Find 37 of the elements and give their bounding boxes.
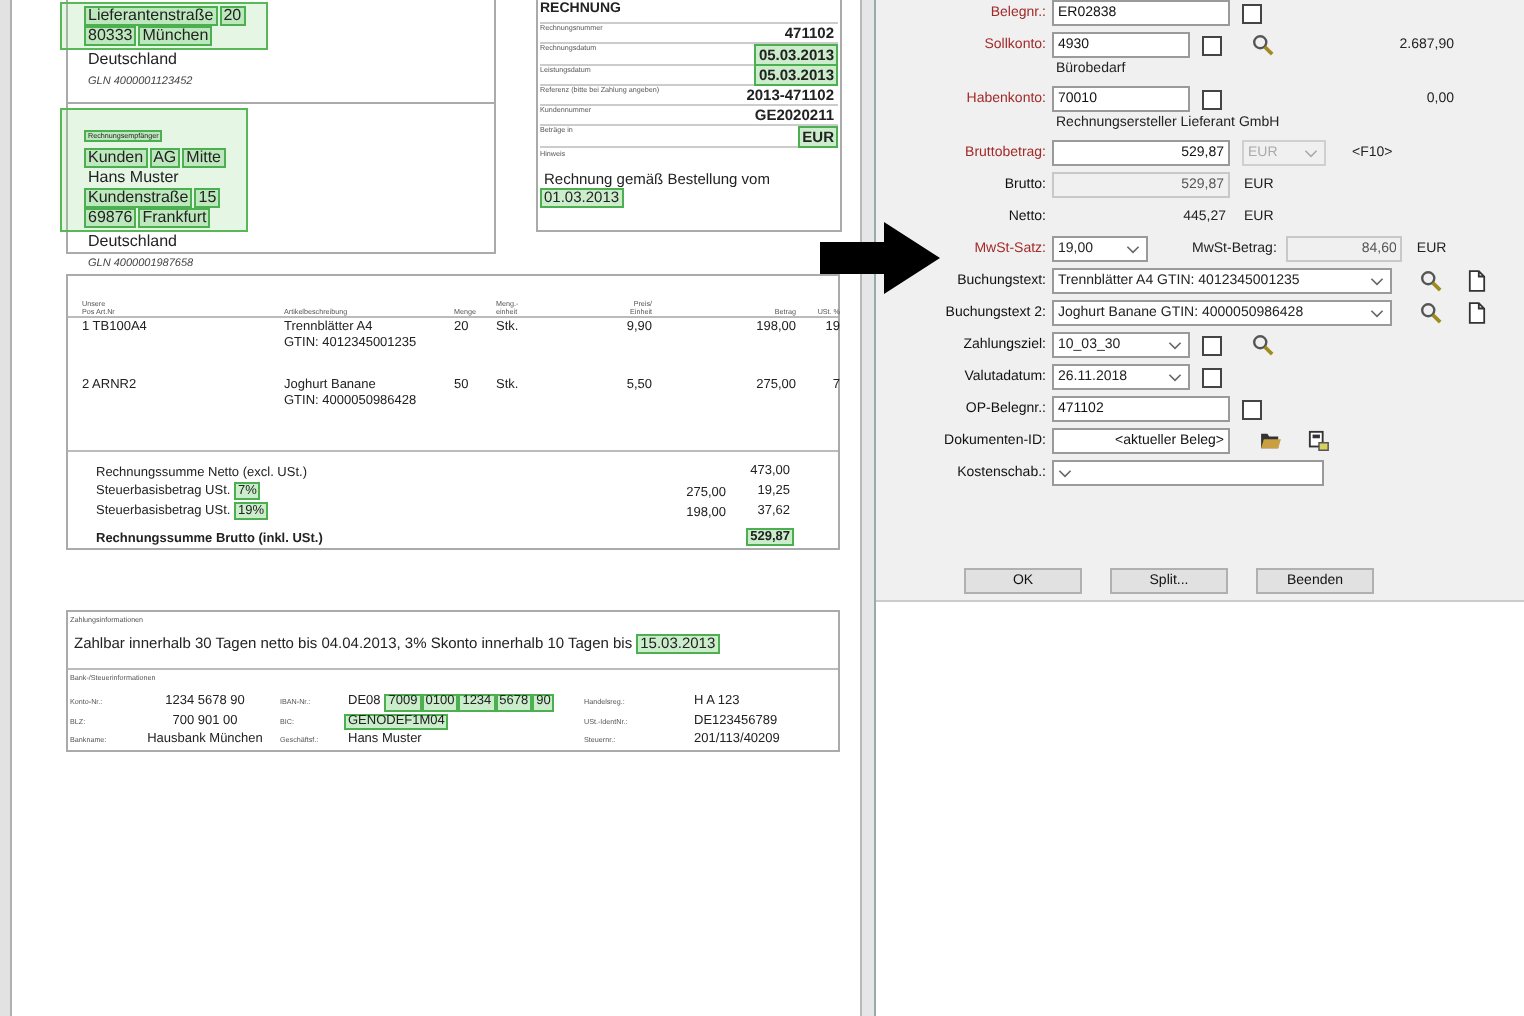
- country-text: Deutschland: [88, 232, 177, 252]
- scanner-icon[interactable]: [1308, 430, 1330, 452]
- chevron-icon: [1370, 277, 1384, 285]
- address-text: Kunden: [84, 148, 148, 168]
- address-text: Kundenstraße: [84, 188, 193, 208]
- checkbox[interactable]: [1202, 89, 1222, 109]
- address-text: 69876: [84, 208, 137, 228]
- document-icon[interactable]: [1468, 270, 1486, 292]
- address-text: 15: [194, 188, 221, 208]
- search-icon[interactable]: [1420, 302, 1442, 324]
- checkbox[interactable]: [1242, 3, 1262, 23]
- checkbox[interactable]: [1202, 367, 1222, 387]
- address-text: 80333: [84, 26, 137, 46]
- address-text: Mitte: [182, 148, 225, 168]
- address-text: Lieferantenstraße: [84, 6, 218, 26]
- checkbox[interactable]: [1242, 399, 1262, 419]
- splitter-bar[interactable]: [862, 0, 876, 1016]
- chevron-icon: [1058, 469, 1072, 477]
- country-text: Deutschland: [88, 50, 177, 70]
- search-icon[interactable]: [1420, 270, 1442, 292]
- search-icon[interactable]: [1252, 334, 1274, 356]
- checkbox[interactable]: [1202, 35, 1222, 55]
- address-text: 20: [219, 6, 246, 26]
- checkbox[interactable]: [1202, 335, 1222, 355]
- chevron-icon: [1370, 309, 1384, 317]
- chevron-icon: [1168, 341, 1182, 349]
- address-text: AG: [149, 148, 181, 168]
- chevron-icon: [1168, 373, 1182, 381]
- search-icon[interactable]: [1252, 34, 1274, 56]
- address-text: Hans Muster: [86, 168, 181, 188]
- chevron-icon: [1126, 245, 1140, 253]
- document-icon[interactable]: [1468, 302, 1486, 324]
- address-text: Frankfurt: [138, 208, 211, 228]
- address-text: München: [138, 26, 213, 46]
- chevron-icon: [1304, 149, 1318, 157]
- folder-icon[interactable]: [1260, 432, 1282, 450]
- arrow-icon: [820, 222, 940, 294]
